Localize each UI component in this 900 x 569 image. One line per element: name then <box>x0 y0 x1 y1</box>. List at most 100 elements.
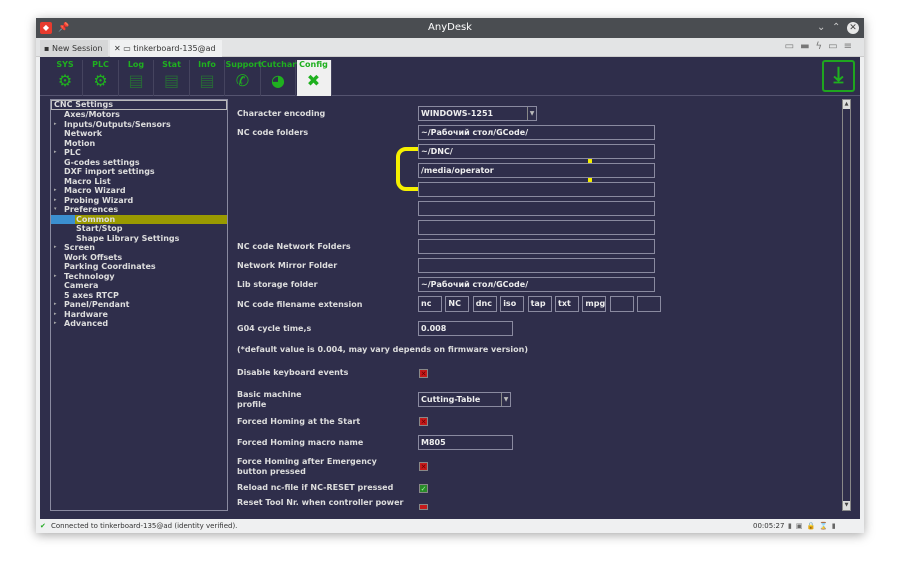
tree-item[interactable]: ▸ Inputs/Outputs/Sensors <box>51 120 227 130</box>
remote-screen[interactable]: SYS ⚙ PLC ⚙ Log ▤ Stat ▤ Info ▤ Support ✆ Cutchart ◕ C… <box>40 57 860 519</box>
tree-item-label: Panel/Pendant <box>64 300 130 309</box>
tree-item[interactable]: Work Offsets <box>51 253 227 263</box>
nc-folder-input[interactable] <box>418 201 655 216</box>
label-forced-homing: Forced Homing at the Start <box>237 417 361 426</box>
tree-item[interactable]: Motion <box>51 139 227 149</box>
tree-item[interactable]: Macro List <box>51 177 227 187</box>
lib-folder-input[interactable]: ~/Рабочий стол/GCode/ <box>418 277 655 292</box>
network-folders-input[interactable] <box>418 239 655 254</box>
tree-item[interactable]: ▸ Probing Wizard <box>51 196 227 206</box>
disable-keyboard-checkbox[interactable]: ✕ <box>419 369 428 378</box>
tab-support[interactable]: Support ✆ <box>226 60 262 96</box>
chevron-down-icon[interactable]: ▼ <box>527 107 536 120</box>
close-button[interactable]: ✕ <box>847 22 859 34</box>
tab-label: Stat <box>162 60 181 69</box>
tree-item-label: Work Offsets <box>64 252 123 262</box>
tree-item-label: Shape Library Settings <box>76 233 180 243</box>
tree-item[interactable]: ▸ Technology <box>51 272 227 282</box>
form-scrollbar[interactable]: ▲ ▼ <box>842 99 851 511</box>
extension-input[interactable]: tap <box>527 296 552 312</box>
tree-item[interactable]: ▸ Panel/Pendant <box>51 300 227 310</box>
extension-input[interactable] <box>637 296 662 312</box>
pin-icon[interactable]: 📌 <box>58 18 69 38</box>
scroll-up-icon[interactable]: ▲ <box>843 100 850 109</box>
expand-arrow-icon[interactable]: ▸ <box>54 272 57 282</box>
title-bar: ◆ 📌 AnyDesk ⌄ ⌃ ✕ <box>36 18 864 38</box>
mirror-folder-input[interactable] <box>418 258 655 273</box>
expand-arrow-icon[interactable]: ▸ <box>54 300 57 310</box>
nc-folder-input[interactable] <box>418 182 655 197</box>
tree-item[interactable]: Shape Library Settings <box>51 234 227 244</box>
gear-icon: ⚙ <box>57 71 73 90</box>
minimize-button[interactable]: ⌄ <box>817 18 825 38</box>
nc-folder-input[interactable]: /media/operator <box>418 163 655 178</box>
action-icon: ϟ <box>815 41 829 52</box>
nc-folder-input[interactable] <box>418 220 655 235</box>
extension-input[interactable]: mpg <box>582 296 607 312</box>
expand-arrow-icon[interactable]: ▾ <box>54 205 57 215</box>
tree-item-label: Hardware <box>64 309 108 319</box>
tab-cutchart[interactable]: Cutchart ◕ <box>261 60 300 96</box>
g04-input[interactable]: 0.008 <box>418 321 513 336</box>
extension-input[interactable]: nc <box>418 296 442 312</box>
tree-item[interactable]: ▸ PLC <box>51 148 227 158</box>
tree-item[interactable]: 5 axes RTCP <box>51 291 227 301</box>
tree-item[interactable]: ▸ Screen <box>51 243 227 253</box>
tab-label: Log <box>127 60 145 69</box>
tab-config[interactable]: Config ✖ <box>296 60 332 96</box>
tree-item[interactable]: Start/Stop <box>51 224 227 234</box>
tree-item[interactable]: DXF import settings <box>51 167 227 177</box>
chevron-down-icon[interactable]: ▼ <box>501 393 510 406</box>
reset-tool-checkbox[interactable] <box>419 504 428 510</box>
nc-folder-input[interactable]: ~/Рабочий стол/GCode/ <box>418 125 655 140</box>
extension-input[interactable]: dnc <box>472 296 497 312</box>
tree-item[interactable]: Parking Coordinates <box>51 262 227 272</box>
tab-stat[interactable]: Stat ▤ <box>155 60 190 96</box>
tree-item[interactable]: G-codes settings <box>51 158 227 168</box>
char-encoding-select[interactable]: WINDOWS-1251 ▼ <box>418 106 537 121</box>
force-homing-emergency-checkbox[interactable]: ✕ <box>419 462 428 471</box>
download-icon[interactable]: ⤓ <box>822 60 855 92</box>
tree-item[interactable]: ▸ Advanced <box>51 319 227 329</box>
tab-plc[interactable]: PLC ⚙ <box>84 60 119 96</box>
expand-arrow-icon[interactable]: ▸ <box>54 148 57 158</box>
maximize-button[interactable]: ⌃ <box>832 18 840 38</box>
tab-new-session[interactable]: ▪ New Session <box>40 40 108 57</box>
machine-profile-select[interactable]: Cutting-Table ▼ <box>418 392 511 407</box>
expand-arrow-icon[interactable]: ▸ <box>54 196 57 206</box>
tree-item-label: Screen <box>64 243 95 252</box>
tab-info[interactable]: Info ▤ <box>190 60 225 96</box>
extension-input[interactable]: iso <box>500 296 525 312</box>
tree-item[interactable]: ▸ Hardware <box>51 310 227 320</box>
tree-item[interactable]: ▸ Macro Wizard <box>51 186 227 196</box>
reload-nc-checkbox[interactable]: ✓ <box>419 484 428 493</box>
tab-close-icon[interactable]: ✕ <box>114 44 121 53</box>
tab-log[interactable]: Log ▤ <box>119 60 154 96</box>
label-homing-macro: Forced Homing macro name <box>237 438 364 447</box>
tab-sys[interactable]: SYS ⚙ <box>48 60 83 96</box>
app-toolbar: SYS ⚙ PLC ⚙ Log ▤ Stat ▤ Info ▤ Support ✆ Cutchart ◕ C… <box>40 57 860 96</box>
homing-macro-input[interactable]: M805 <box>418 435 513 450</box>
tree-item[interactable]: ▾ Preferences <box>51 205 227 215</box>
toolbar-icons[interactable]: ▭▬ϟ▭≡ <box>785 41 858 52</box>
status-icons[interactable]: ▮▣🔒⌛▮ <box>788 519 840 533</box>
extension-input[interactable]: txt <box>555 296 579 312</box>
extension-input[interactable] <box>609 296 634 312</box>
label-reset-tool: Reset Tool Nr. when controller power <box>237 498 404 507</box>
tree-item[interactable]: Camera <box>51 281 227 291</box>
scroll-down-icon[interactable]: ▼ <box>843 501 850 510</box>
display-icon: ▭ <box>828 41 844 52</box>
expand-arrow-icon[interactable]: ▸ <box>54 310 57 320</box>
extension-input[interactable]: NC <box>445 296 470 312</box>
nc-folder-input[interactable]: ~/DNC/ <box>418 144 655 159</box>
expand-arrow-icon[interactable]: ▸ <box>54 186 57 196</box>
expand-arrow-icon[interactable]: ▸ <box>54 120 57 130</box>
expand-arrow-icon[interactable]: ▸ <box>54 243 57 253</box>
tree-item[interactable]: Axes/Motors <box>51 110 227 120</box>
tab-remote-session[interactable]: ✕ ▭ tinkerboard-135@ad <box>110 40 222 57</box>
expand-arrow-icon[interactable]: ▸ <box>54 319 57 329</box>
tree-item[interactable]: Common <box>51 214 227 224</box>
forced-homing-checkbox[interactable]: ✕ <box>419 417 428 426</box>
label-force-homing-emergency: Force Homing after Emergency button press… <box>237 457 377 476</box>
tree-item[interactable]: Network <box>51 129 227 139</box>
